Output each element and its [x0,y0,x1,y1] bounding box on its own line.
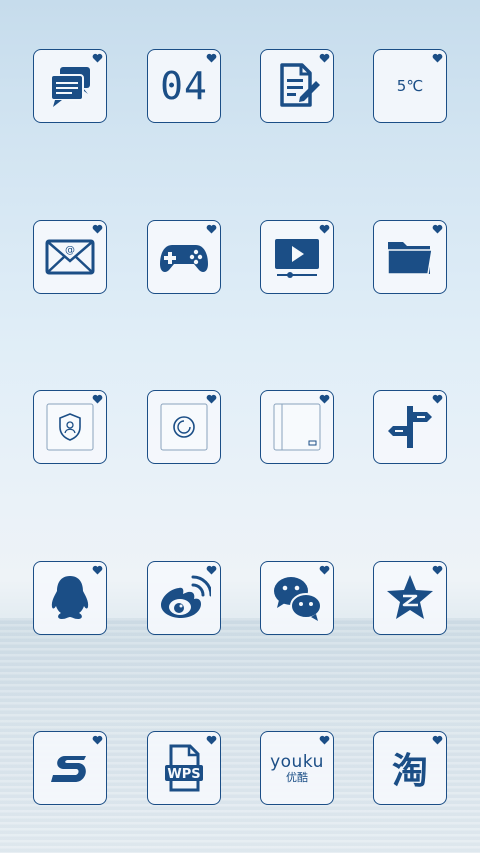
heart-icon [92,394,103,404]
heart-icon [206,53,217,63]
gamepad-icon [160,245,208,272]
heart-icon [432,224,443,234]
app-email[interactable]: @ [33,220,107,294]
wechat-bubbles-icon [274,577,322,621]
app-file-manager[interactable] [373,220,447,294]
app-games[interactable] [147,220,221,294]
heart-icon [432,53,443,63]
envelope-at-icon: @ [45,239,95,275]
heart-icon [206,394,217,404]
app-taobao[interactable]: 淘 [373,731,447,805]
heart-icon [92,224,103,234]
app-security[interactable] [33,390,107,464]
penguin-icon [51,576,89,619]
weibo-eye-icon [161,575,211,618]
app-notes[interactable] [260,49,334,123]
heart-icon [432,394,443,404]
heart-icon [206,735,217,745]
app-weibo[interactable] [147,561,221,635]
heart-icon [92,735,103,745]
heart-icon [319,53,330,63]
app-video-player[interactable] [260,220,334,294]
wps-document-icon: WPS [165,744,203,792]
taobao-logo-text: 淘 [391,751,428,792]
youku-logo: youku 优酷 [270,751,324,784]
app-wps[interactable]: WPS [147,731,221,805]
play-screen-icon [275,239,319,278]
heart-icon [206,565,217,575]
wps-label: WPS [167,767,200,782]
heart-icon [319,394,330,404]
youku-logo-text: youku [270,751,324,772]
app-messages[interactable] [33,49,107,123]
app-calendar[interactable]: 04 [147,49,221,123]
home-screen-grid: 04 5℃ @ WPS youku 优酷 淘 [0,0,480,853]
frame-icon [273,403,321,451]
app-gallery[interactable] [260,390,334,464]
refresh-circle-icon [160,403,208,451]
app-qq[interactable] [33,561,107,635]
heart-icon [432,565,443,575]
app-youku[interactable]: youku 优酷 [260,731,334,805]
svg-text:@: @ [65,245,75,256]
heart-icon [92,565,103,575]
document-pencil-icon [280,63,320,107]
youku-logo-subtext: 优酷 [286,770,308,784]
calendar-date-text: 04 [160,64,208,108]
signpost-icon [388,406,432,448]
app-wechat[interactable] [260,561,334,635]
app-qzone[interactable] [373,561,447,635]
heart-icon [319,565,330,575]
folder-icon [387,242,433,275]
heart-icon [432,735,443,745]
heart-icon [206,224,217,234]
heart-icon [92,53,103,63]
app-weather[interactable]: 5℃ [373,49,447,123]
shield-icon [46,403,94,451]
heart-icon [319,735,330,745]
app-navigation[interactable] [373,390,447,464]
message-bubbles-icon [50,67,90,107]
app-updater[interactable] [147,390,221,464]
star-z-icon [387,575,433,619]
s-logo-icon [51,756,86,782]
weather-temperature-text: 5℃ [396,77,424,95]
app-sogou[interactable] [33,731,107,805]
heart-icon [319,224,330,234]
